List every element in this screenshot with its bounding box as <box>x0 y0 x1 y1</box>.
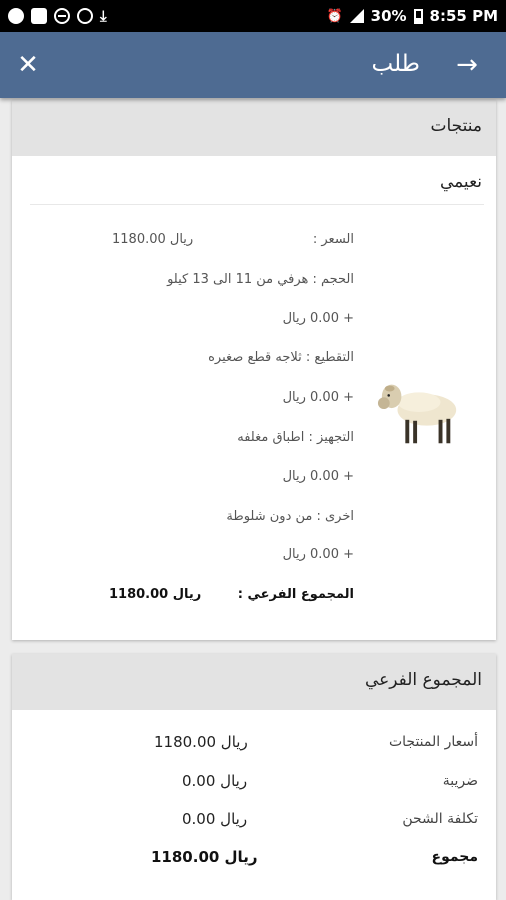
products-card-header: منتجات <box>12 100 496 156</box>
products-card: منتجات نعيمي السعر : 1180.00 ريال الحجم … <box>12 100 496 640</box>
products-header-title: منتجات <box>430 116 482 136</box>
size-option: الحجم : هرفي من 11 الى 13 كيلو <box>167 272 354 287</box>
battery-percent: 30% <box>370 7 407 25</box>
divider <box>30 204 484 205</box>
grand-total-label: مجموع <box>431 849 478 865</box>
other-option: اخرى : من دون شلوطة <box>226 509 354 524</box>
summary-header-title: المجموع الفرعي <box>364 670 482 690</box>
notification-icons: ⤓ <box>8 7 107 25</box>
close-button[interactable]: ✕ <box>14 49 42 81</box>
tax-value: 0.00 ريال <box>182 772 248 790</box>
other-price: + 0.00 ريال <box>282 547 354 562</box>
whatsapp-icon <box>8 8 24 24</box>
products-total-label: أسعار المنتجات <box>388 734 478 750</box>
system-status: ⏰ 30% 8:55 PM <box>326 7 498 25</box>
status-bar: ⤓ ⏰ 30% 8:55 PM <box>0 0 506 32</box>
arrow-right-icon: → <box>456 50 478 80</box>
sheep-image <box>377 384 457 444</box>
back-button[interactable]: → <box>452 49 482 81</box>
grand-total-value: 1180.00 ريال <box>151 848 258 866</box>
products-total-value: 1180.00 ريال <box>154 733 248 751</box>
tax-label: ضريبة <box>442 773 478 789</box>
page-title: طلب <box>371 51 420 77</box>
cutting-price: + 0.00 ريال <box>282 390 354 405</box>
prep-price: + 0.00 ريال <box>282 469 354 484</box>
shipping-label: تكلفة الشحن <box>402 811 478 827</box>
price-label: السعر : <box>312 232 354 247</box>
summary-card-header: المجموع الفرعي <box>12 654 496 710</box>
cutting-option: التقطيع : ثلاجه قطع صغيره <box>208 350 354 365</box>
size-price: + 0.00 ريال <box>282 311 354 326</box>
battery-icon <box>413 8 423 24</box>
close-icon: ✕ <box>17 50 39 80</box>
price-value: 1180.00 ريال <box>112 232 194 247</box>
subtotal-value: 1180.00 ريال <box>109 587 202 602</box>
clock: 8:55 PM <box>429 7 498 25</box>
sync-icon <box>77 8 93 24</box>
blocked-icon <box>54 8 70 24</box>
app-bar: ✕ طلب → <box>0 32 506 98</box>
download-icon: ⤓ <box>100 7 107 25</box>
subtotal-label: المجموع الفرعي : <box>237 587 354 602</box>
prep-option: التجهيز : اطباق مغلفه <box>237 430 354 445</box>
product-name: نعيمي <box>439 172 482 192</box>
summary-card: المجموع الفرعي أسعار المنتجات 1180.00 ري… <box>12 654 496 900</box>
signal-icon <box>349 9 364 23</box>
alarm-icon: ⏰ <box>326 8 343 24</box>
shipping-value: 0.00 ريال <box>182 810 248 828</box>
message-icon <box>31 8 47 24</box>
